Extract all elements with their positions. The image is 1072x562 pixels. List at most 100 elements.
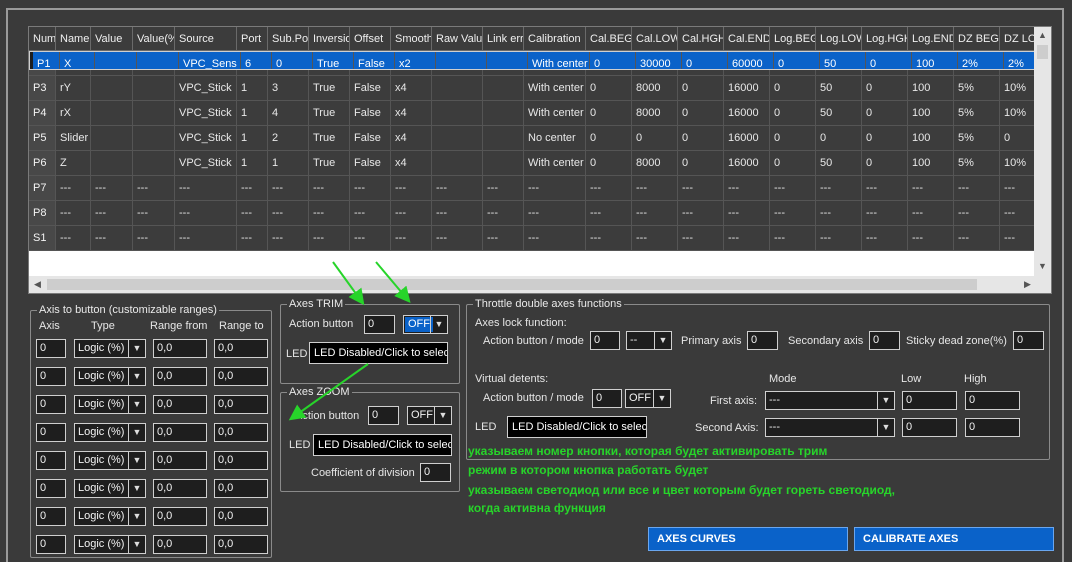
table-cell[interactable]: ---	[91, 201, 133, 226]
table-cell[interactable]: 0	[774, 52, 820, 69]
range-from-input[interactable]: 0,0	[153, 339, 207, 358]
column-header[interactable]: Cal.END	[724, 27, 770, 51]
table-cell[interactable]: 6	[241, 52, 272, 69]
range-from-input[interactable]: 0,0	[153, 395, 207, 414]
table-cell[interactable]	[432, 76, 483, 101]
table-cell[interactable]	[432, 151, 483, 176]
table-cell[interactable]: 0	[678, 126, 724, 151]
table-cell[interactable]: ---	[632, 226, 678, 251]
type-select[interactable]: Logic (%) ▼	[74, 395, 146, 414]
column-header[interactable]: Cal.LOW	[632, 27, 678, 51]
table-cell[interactable]: ---	[954, 201, 1000, 226]
table-cell[interactable]: 50	[820, 52, 866, 69]
table-cell[interactable]	[483, 126, 524, 151]
axis-input[interactable]: 0	[36, 423, 66, 442]
table-cell[interactable]: ---	[56, 201, 91, 226]
table-cell[interactable]: ---	[724, 226, 770, 251]
type-select[interactable]: Logic (%) ▼	[74, 507, 146, 526]
table-cell[interactable]: x2	[395, 52, 436, 69]
table-cell[interactable]: ---	[175, 201, 237, 226]
row-number-cell[interactable]: P1	[33, 52, 60, 69]
axis-input[interactable]: 0	[36, 395, 66, 414]
table-row[interactable]: P7 --- --- --- --- --- --- --- --- --- --- --- --- --…	[29, 176, 1040, 201]
second-axis-select[interactable]: --- ▼	[765, 418, 895, 437]
table-cell[interactable]: 16000	[724, 76, 770, 101]
table-cell[interactable]: x4	[391, 101, 432, 126]
table-cell[interactable]: ---	[237, 226, 268, 251]
table-cell[interactable]: True	[309, 151, 350, 176]
table-cell[interactable]: 0	[678, 101, 724, 126]
axis-input[interactable]: 0	[36, 507, 66, 526]
type-select[interactable]: Logic (%) ▼	[74, 423, 146, 442]
table-cell[interactable]: ---	[632, 176, 678, 201]
range-from-input[interactable]: 0,0	[153, 479, 207, 498]
second-axis-low-input[interactable]: 0	[902, 418, 957, 437]
axes-grid[interactable]: NumNameValueValue(%)SourcePortSub.PortIn…	[28, 26, 1052, 294]
table-cell[interactable]: False	[354, 52, 395, 69]
table-cell[interactable]: ---	[954, 176, 1000, 201]
trim-mode-select[interactable]: OFF ▼	[403, 315, 448, 334]
table-cell[interactable]: x4	[391, 126, 432, 151]
axis-input[interactable]: 0	[36, 479, 66, 498]
table-cell[interactable]: 16000	[724, 101, 770, 126]
table-cell[interactable]: ---	[862, 226, 908, 251]
table-cell[interactable]: 0	[678, 76, 724, 101]
table-cell[interactable]: 2%	[958, 52, 1004, 69]
table-cell[interactable]: 50	[816, 76, 862, 101]
table-cell[interactable]: 8000	[632, 151, 678, 176]
table-row[interactable]: P8 --- --- --- --- --- --- --- --- --- --- --- --- --…	[29, 201, 1040, 226]
column-header[interactable]: Log.BEG	[770, 27, 816, 51]
table-cell[interactable]: ---	[133, 201, 175, 226]
first-axis-select[interactable]: --- ▼	[765, 391, 895, 410]
table-cell[interactable]: ---	[309, 226, 350, 251]
table-cell[interactable]: ---	[632, 201, 678, 226]
table-cell[interactable]: ---	[908, 226, 954, 251]
table-cell[interactable]	[133, 76, 175, 101]
type-select[interactable]: Logic (%) ▼	[74, 451, 146, 470]
table-cell[interactable]: 0	[862, 76, 908, 101]
table-cell[interactable]	[137, 52, 179, 69]
range-to-input[interactable]: 0,0	[214, 479, 268, 498]
horizontal-scrollbar[interactable]: ◀ ▶	[29, 276, 1051, 293]
column-header[interactable]: Log.END	[908, 27, 954, 51]
coef-division-input[interactable]: 0	[420, 463, 451, 482]
table-cell[interactable]: With center	[524, 76, 586, 101]
table-cell[interactable]: 1	[237, 126, 268, 151]
column-header[interactable]: Raw Value	[432, 27, 483, 51]
range-to-input[interactable]: 0,0	[214, 395, 268, 414]
table-cell[interactable]: ---	[954, 226, 1000, 251]
table-cell[interactable]: 2	[268, 126, 309, 151]
table-cell[interactable]: ---	[586, 201, 632, 226]
range-from-input[interactable]: 0,0	[153, 507, 207, 526]
table-cell[interactable]: 5%	[954, 126, 1000, 151]
table-cell[interactable]: ---	[91, 176, 133, 201]
primary-axis-input[interactable]: 0	[747, 331, 778, 350]
table-cell[interactable]	[91, 101, 133, 126]
table-cell[interactable]: ---	[350, 176, 391, 201]
table-cell[interactable]: ---	[862, 176, 908, 201]
table-cell[interactable]: 100	[912, 52, 958, 69]
table-cell[interactable]: With center	[524, 151, 586, 176]
table-row[interactable]: P3 rY VPC_Stick 1 3 True False x4 With center 0 80…	[29, 76, 1040, 101]
column-header[interactable]: DZ BEG	[954, 27, 1000, 51]
table-cell[interactable]: True	[313, 52, 354, 69]
column-header[interactable]: Port	[237, 27, 268, 51]
table-cell[interactable]: ---	[908, 201, 954, 226]
table-cell[interactable]: 0	[678, 151, 724, 176]
secondary-axis-input[interactable]: 0	[869, 331, 900, 350]
table-cell[interactable]: 4	[268, 101, 309, 126]
table-cell[interactable]: ---	[350, 201, 391, 226]
row-number-cell[interactable]: P5	[29, 126, 56, 151]
table-cell[interactable]: ---	[724, 176, 770, 201]
table-cell[interactable]: 0	[586, 101, 632, 126]
range-to-input[interactable]: 0,0	[214, 423, 268, 442]
table-cell[interactable]: 0	[272, 52, 313, 69]
table-cell[interactable]: 16000	[724, 126, 770, 151]
table-cell[interactable]: ---	[432, 226, 483, 251]
table-cell[interactable]: VPC_Stick	[175, 151, 237, 176]
table-cell[interactable]: VPC_Sens	[179, 52, 241, 69]
table-cell[interactable]: ---	[268, 176, 309, 201]
zoom-led-selector[interactable]: LED Disabled/Click to select	[313, 434, 452, 456]
row-number-cell[interactable]: P6	[29, 151, 56, 176]
row-number-cell[interactable]: P7	[29, 176, 56, 201]
